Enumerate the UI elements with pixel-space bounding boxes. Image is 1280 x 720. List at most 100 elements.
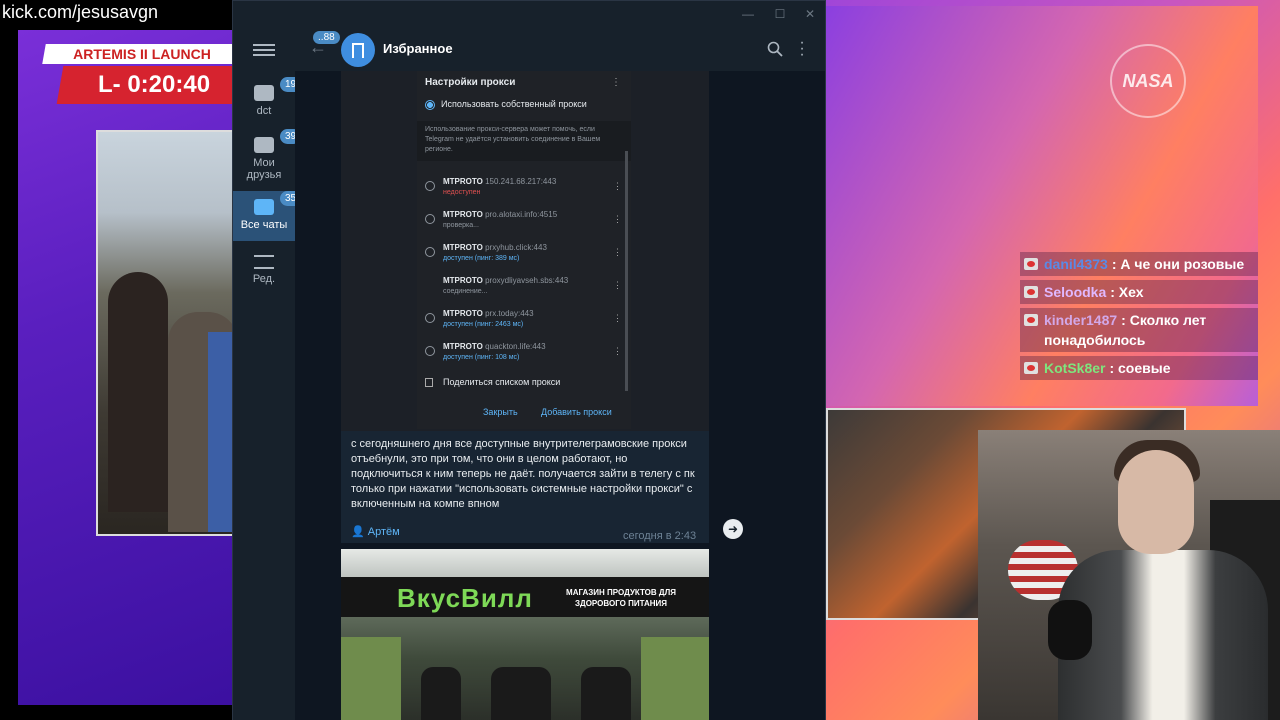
chat-message: danil4373: А че они розовые (1020, 252, 1258, 276)
more-icon: ⋮ (611, 77, 621, 88)
photo-figure (108, 272, 168, 512)
proxy-item: MTPROTO 150.241.68.217:443 недоступен ⋮ (425, 177, 625, 207)
proxy-status: соединение... (443, 288, 488, 295)
sub-badge-icon (1024, 286, 1038, 298)
chat-text: : А че они розовые (1111, 256, 1245, 272)
shopper (421, 667, 461, 720)
proxy-status: проверка... (443, 222, 479, 229)
dialog-scrollbar (625, 151, 628, 391)
webcam-feed (978, 430, 1280, 720)
kick-url: kick.com/jesusavgn (2, 2, 159, 22)
chat-header: ← ..88 Избранное · · · (295, 29, 825, 71)
menu-icon[interactable] (251, 41, 277, 61)
sub-badge-icon (1024, 362, 1038, 374)
forwarded-author[interactable]: 👤 Артём (351, 525, 400, 540)
chats-icon: 354 (254, 191, 307, 215)
proxy-name: MTPROTO prxyhub.click:443 (443, 243, 547, 252)
screenshot-photo[interactable]: Настройки прокси ⋮ Использовать собствен… (341, 71, 709, 431)
vkusvill-logo: ВкусВилл (397, 583, 533, 613)
window-titlebar: — ☐ ✕ (233, 1, 825, 29)
user-icon: 👤 (351, 526, 365, 538)
chat-username[interactable]: KotSk8er (1044, 360, 1105, 376)
store-ceiling (341, 549, 709, 577)
radio-icon (425, 181, 435, 191)
close-button[interactable]: ✕ (803, 7, 817, 21)
proxy-settings-dialog: Настройки прокси ⋮ Использовать собствен… (417, 71, 631, 429)
chat-message: KotSk8er: соевые (1020, 356, 1258, 380)
proxy-item: MTPROTO proxydliyavseh.sbs:443 соединение… (425, 276, 625, 306)
store-interior (341, 617, 709, 720)
chat-text: : соевые (1109, 360, 1171, 376)
more-icon: ⋮ (613, 181, 622, 191)
telegram-window: — ☐ ✕ 193 dct 39 Мои друзья 354 Все чаты… (232, 0, 826, 720)
chat-username[interactable]: Seloodka (1044, 284, 1106, 300)
folder-icon: 39 (254, 129, 302, 153)
chat-title[interactable]: Избранное (383, 41, 453, 56)
chat-username[interactable]: kinder1487 (1044, 312, 1117, 328)
folder-label: Все чаты (240, 219, 288, 231)
store-photo[interactable]: ВкусВилл МАГАЗИН ПРОДУКТОВ ДЛЯ ЗДОРОВОГО… (341, 549, 709, 720)
sub-badge-icon (1024, 258, 1038, 270)
folder-icon: 193 (254, 77, 307, 101)
radio-icon (425, 247, 435, 257)
bookmark-icon (341, 33, 375, 67)
radio-icon (425, 99, 435, 110)
folder-vse-chaty[interactable]: 354 Все чаты (233, 191, 307, 241)
crowd-photo (96, 130, 240, 536)
shopper (491, 667, 551, 720)
proxy-info: Использование прокси-сервера может помоч… (417, 121, 631, 161)
folder-label: dct (256, 105, 272, 117)
chat-username[interactable]: danil4373 (1044, 256, 1108, 272)
proxy-status: доступен (пинг: 389 мс) (443, 255, 520, 262)
radio-icon (425, 313, 435, 323)
more-icon: ⋮ (613, 346, 622, 356)
more-icon[interactable]: · · · (799, 35, 805, 63)
add-proxy-button: Добавить прокси (541, 407, 612, 417)
message-text: с сегодняшнего дня все доступные внутрит… (351, 438, 695, 510)
chat-message: kinder1487: Сколко лет понадобилось (1020, 308, 1258, 352)
proxy-item: MTPROTO quackton.life:443 доступен (пинг:… (425, 342, 625, 372)
artemis-label: ARTEMIS II LAUNCH (73, 46, 211, 62)
close-dialog-button: Закрыть (483, 407, 518, 417)
proxy-item: MTPROTO prx.today:443 доступен (пинг: 246… (425, 309, 625, 339)
folder-label: Ред. (252, 273, 276, 285)
more-icon: ⋮ (613, 313, 622, 323)
maximize-button[interactable]: ☐ (773, 7, 787, 21)
message-bubble[interactable]: с сегодняшнего дня все доступные внутрит… (341, 431, 709, 543)
dialog-title: Настройки прокси (425, 77, 516, 88)
use-own-proxy-option: Использовать собственный прокси (425, 99, 587, 110)
radio-icon (425, 346, 435, 356)
more-icon: ⋮ (613, 214, 622, 224)
microphone-icon (1048, 600, 1092, 660)
copy-icon (425, 378, 433, 388)
proxy-item: MTPROTO prxyhub.click:443 доступен (пинг:… (425, 243, 625, 273)
more-icon: ⋮ (613, 247, 622, 257)
proxy-status: недоступен (443, 189, 481, 196)
folder-moi-druzya[interactable]: 39 Мои друзья (233, 129, 302, 185)
proxy-item: MTPROTO pro.alotaxi.info:4515 проверка...… (425, 210, 625, 240)
more-icon: ⋮ (613, 280, 622, 290)
folder-dct[interactable]: 193 dct (233, 77, 307, 121)
streamer-head (1118, 450, 1194, 554)
countdown-value: L- 0:20:40 (98, 71, 211, 98)
proxy-name: MTPROTO proxydliyavseh.sbs:443 (443, 276, 569, 285)
search-icon[interactable] (767, 41, 783, 57)
unread-badge: ..88 (313, 31, 340, 44)
folder-edit[interactable]: Ред. (233, 251, 295, 291)
proxy-name: MTPROTO prx.today:443 (443, 309, 534, 318)
proxy-name: MTPROTO pro.alotaxi.info:4515 (443, 210, 558, 219)
folders-sidebar: 193 dct 39 Мои друзья 354 Все чаты Ред. (233, 29, 307, 720)
folder-label: Мои друзья (246, 157, 282, 181)
artemis-launch-banner: ARTEMIS II LAUNCH (42, 44, 242, 64)
nasa-logo-icon: NASA (1110, 44, 1186, 118)
launch-countdown: L- 0:20:40 (56, 66, 244, 104)
store-slogan: МАГАЗИН ПРОДУКТОВ ДЛЯ ЗДОРОВОГО ПИТАНИЯ (566, 588, 676, 608)
minimize-button[interactable]: — (741, 7, 755, 21)
forward-icon[interactable]: ➜ (723, 519, 743, 539)
share-proxy-list: Поделиться списком прокси (425, 377, 560, 388)
chat-message: Seloodka: Хех (1020, 280, 1258, 304)
stream-chat: danil4373: А че они розовые Seloodka: Хех… (1020, 252, 1258, 400)
proxy-status: доступен (пинг: 108 мс) (443, 354, 520, 361)
message-list: Настройки прокси ⋮ Использовать собствен… (295, 71, 825, 720)
proxy-name: MTPROTO quackton.life:443 (443, 342, 546, 351)
